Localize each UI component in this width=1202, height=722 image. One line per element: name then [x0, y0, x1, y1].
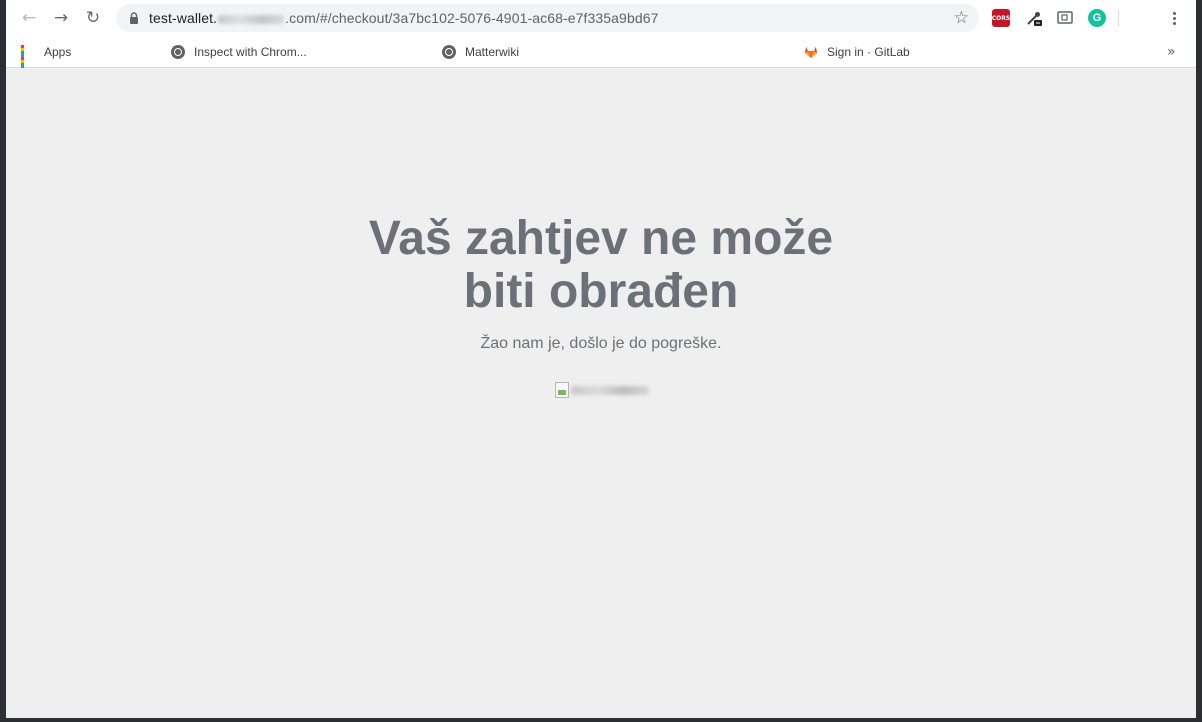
menu-dot [1172, 16, 1176, 20]
address-bar[interactable]: test-wallet. .com/#/checkout/3a7bc102-507… [116, 4, 979, 32]
redacted-domain [218, 14, 285, 24]
url-text: test-wallet. .com/#/checkout/3a7bc102-507… [149, 10, 659, 26]
back-arrow-icon: ← [21, 8, 37, 28]
eyedropper-extension-icon[interactable] [1025, 9, 1043, 27]
browser-menu-button[interactable] [1164, 8, 1184, 28]
bookmark-label: Matterwiki [465, 45, 520, 59]
redacted-image-alt [571, 386, 649, 395]
more-bookmarks-icon[interactable]: » [1167, 44, 1176, 60]
bookmark-label: Apps [44, 45, 72, 59]
bookmarks-bar: Apps Inspect with Chrom... Matterwiki Si… [6, 36, 1196, 72]
bookmark-inspect-with-chrome[interactable]: Inspect with Chrom... [171, 42, 307, 62]
apps-grid-icon [21, 45, 35, 72]
cors-extension-icon[interactable]: CORS [992, 9, 1010, 27]
url-host-prefix: test-wallet. [149, 10, 218, 26]
bookmark-star-icon[interactable]: ☆ [954, 8, 969, 28]
broken-image-icon [555, 382, 569, 398]
forward-arrow-icon: → [53, 8, 69, 28]
gitlab-icon [804, 46, 818, 59]
headline-line-1: Vaš zahtjev ne može [368, 212, 834, 265]
eyedropper-icon [1027, 12, 1042, 26]
url-path: .com/#/checkout/3a7bc102-5076-4901-ac68-… [285, 10, 659, 26]
browser-window: ← → ↻ test-wallet. .com/#/checkout/3a7bc1… [6, 0, 1196, 718]
broken-image [555, 382, 650, 400]
toolbar-divider [1118, 10, 1119, 26]
globe-icon [442, 45, 456, 59]
back-button[interactable]: ← [18, 7, 40, 29]
menu-dot [1172, 21, 1176, 25]
reload-icon: ↻ [85, 8, 101, 28]
screenshot-extension-icon[interactable] [1056, 9, 1074, 27]
menu-dot [1172, 11, 1176, 15]
bookmark-label: Inspect with Chrom... [194, 45, 307, 59]
page-content: Vaš zahtjev ne može biti obrađen Žao nam… [6, 68, 1196, 718]
grammarly-extension-icon[interactable]: G [1088, 9, 1106, 27]
error-headline: Vaš zahtjev ne može biti obrađen [6, 212, 1196, 318]
bookmark-label: Sign in · GitLab [827, 45, 910, 59]
headline-line-2: biti obrađen [463, 265, 739, 318]
bookmark-matterwiki[interactable]: Matterwiki [442, 42, 519, 62]
screen-capture-icon [1057, 11, 1073, 24]
reload-button[interactable]: ↻ [82, 7, 104, 29]
lock-icon [130, 12, 138, 24]
error-message: Žao nam je, došlo je do pogreške. [480, 335, 722, 352]
forward-button[interactable]: → [50, 7, 72, 29]
bookmark-apps[interactable]: Apps [21, 42, 72, 72]
bookmark-gitlab[interactable]: Sign in · GitLab [804, 42, 910, 62]
globe-icon [171, 45, 185, 59]
browser-toolbar: ← → ↻ test-wallet. .com/#/checkout/3a7bc1… [6, 0, 1196, 36]
